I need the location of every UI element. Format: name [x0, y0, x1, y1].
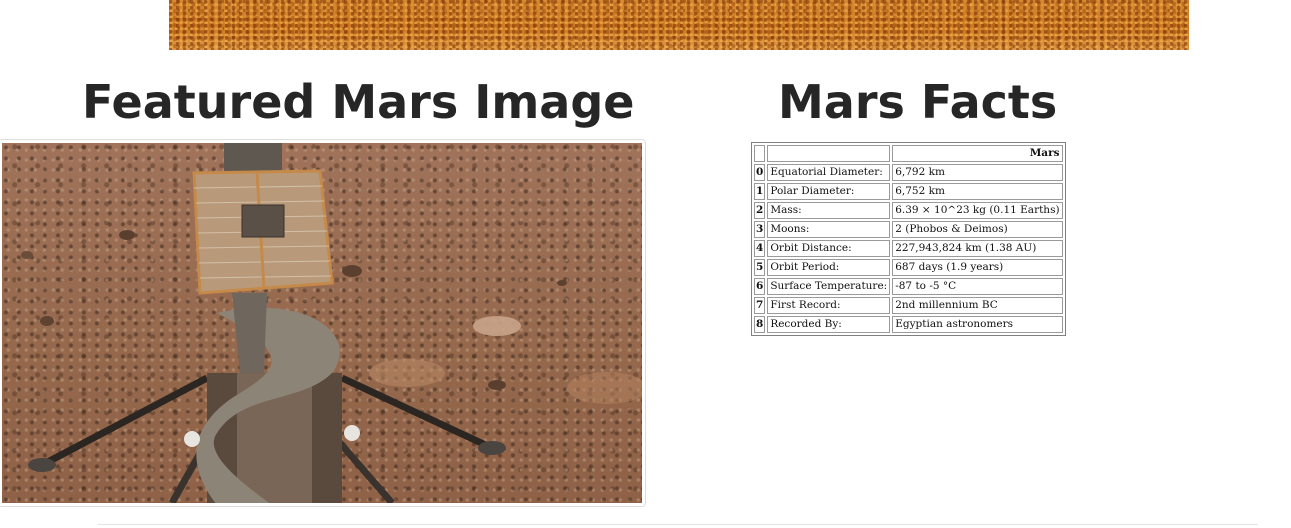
fact-label: Mass:: [767, 202, 891, 219]
mars-surface-banner: [169, 0, 1189, 50]
row-index: 1: [754, 183, 766, 200]
fact-value: 2nd millennium BC: [892, 297, 1063, 314]
fact-label: Polar Diameter:: [767, 183, 891, 200]
table-row: 7 First Record: 2nd millennium BC: [754, 297, 1063, 314]
footer-divider: [98, 524, 1258, 525]
row-index: 5: [754, 259, 766, 276]
featured-image[interactable]: [0, 139, 646, 507]
table-row: 5 Orbit Period: 687 days (1.9 years): [754, 259, 1063, 276]
fact-label: Recorded By:: [767, 316, 891, 333]
fact-label: Equatorial Diameter:: [767, 164, 891, 181]
fact-label: Orbit Distance:: [767, 240, 891, 257]
fact-value: 2 (Phobos & Deimos): [892, 221, 1063, 238]
fact-value: 6.39 × 10^23 kg (0.11 Earths): [892, 202, 1063, 219]
fact-value: 6,792 km: [892, 164, 1063, 181]
mars-helicopter-photo: [2, 143, 642, 503]
table-row: 3 Moons: 2 (Phobos & Deimos): [754, 221, 1063, 238]
fact-label: First Record:: [767, 297, 891, 314]
row-index: 0: [754, 164, 766, 181]
mars-column-header: Mars: [892, 145, 1063, 162]
row-index: 3: [754, 221, 766, 238]
label-header-cell: [767, 145, 891, 162]
fact-value: Egyptian astronomers: [892, 316, 1063, 333]
table-row: 4 Orbit Distance: 227,943,824 km (1.38 A…: [754, 240, 1063, 257]
fact-value: 227,943,824 km (1.38 AU): [892, 240, 1063, 257]
table-row: 2 Mass: 6.39 × 10^23 kg (0.11 Earths): [754, 202, 1063, 219]
fact-value: 6,752 km: [892, 183, 1063, 200]
fact-label: Surface Temperature:: [767, 278, 891, 295]
index-header-cell: [754, 145, 766, 162]
table-row: 1 Polar Diameter: 6,752 km: [754, 183, 1063, 200]
row-index: 7: [754, 297, 766, 314]
table-row: 6 Surface Temperature: -87 to -5 °C: [754, 278, 1063, 295]
fact-value: -87 to -5 °C: [892, 278, 1063, 295]
helicopter-illustration: [21, 143, 642, 503]
featured-image-heading: Featured Mars Image: [82, 75, 635, 129]
row-index: 6: [754, 278, 766, 295]
mars-facts-table: Mars 0 Equatorial Diameter: 6,792 km 1 P…: [751, 142, 1066, 336]
table-row: 0 Equatorial Diameter: 6,792 km: [754, 164, 1063, 181]
table-header-row: Mars: [754, 145, 1063, 162]
table-row: 8 Recorded By: Egyptian astronomers: [754, 316, 1063, 333]
fact-value: 687 days (1.9 years): [892, 259, 1063, 276]
mars-facts-heading: Mars Facts: [778, 75, 1058, 129]
page: Featured Mars Image Mars Facts Mars 0 Eq…: [0, 0, 1291, 528]
row-index: 2: [754, 202, 766, 219]
row-index: 4: [754, 240, 766, 257]
fact-label: Moons:: [767, 221, 891, 238]
row-index: 8: [754, 316, 766, 333]
fact-label: Orbit Period:: [767, 259, 891, 276]
